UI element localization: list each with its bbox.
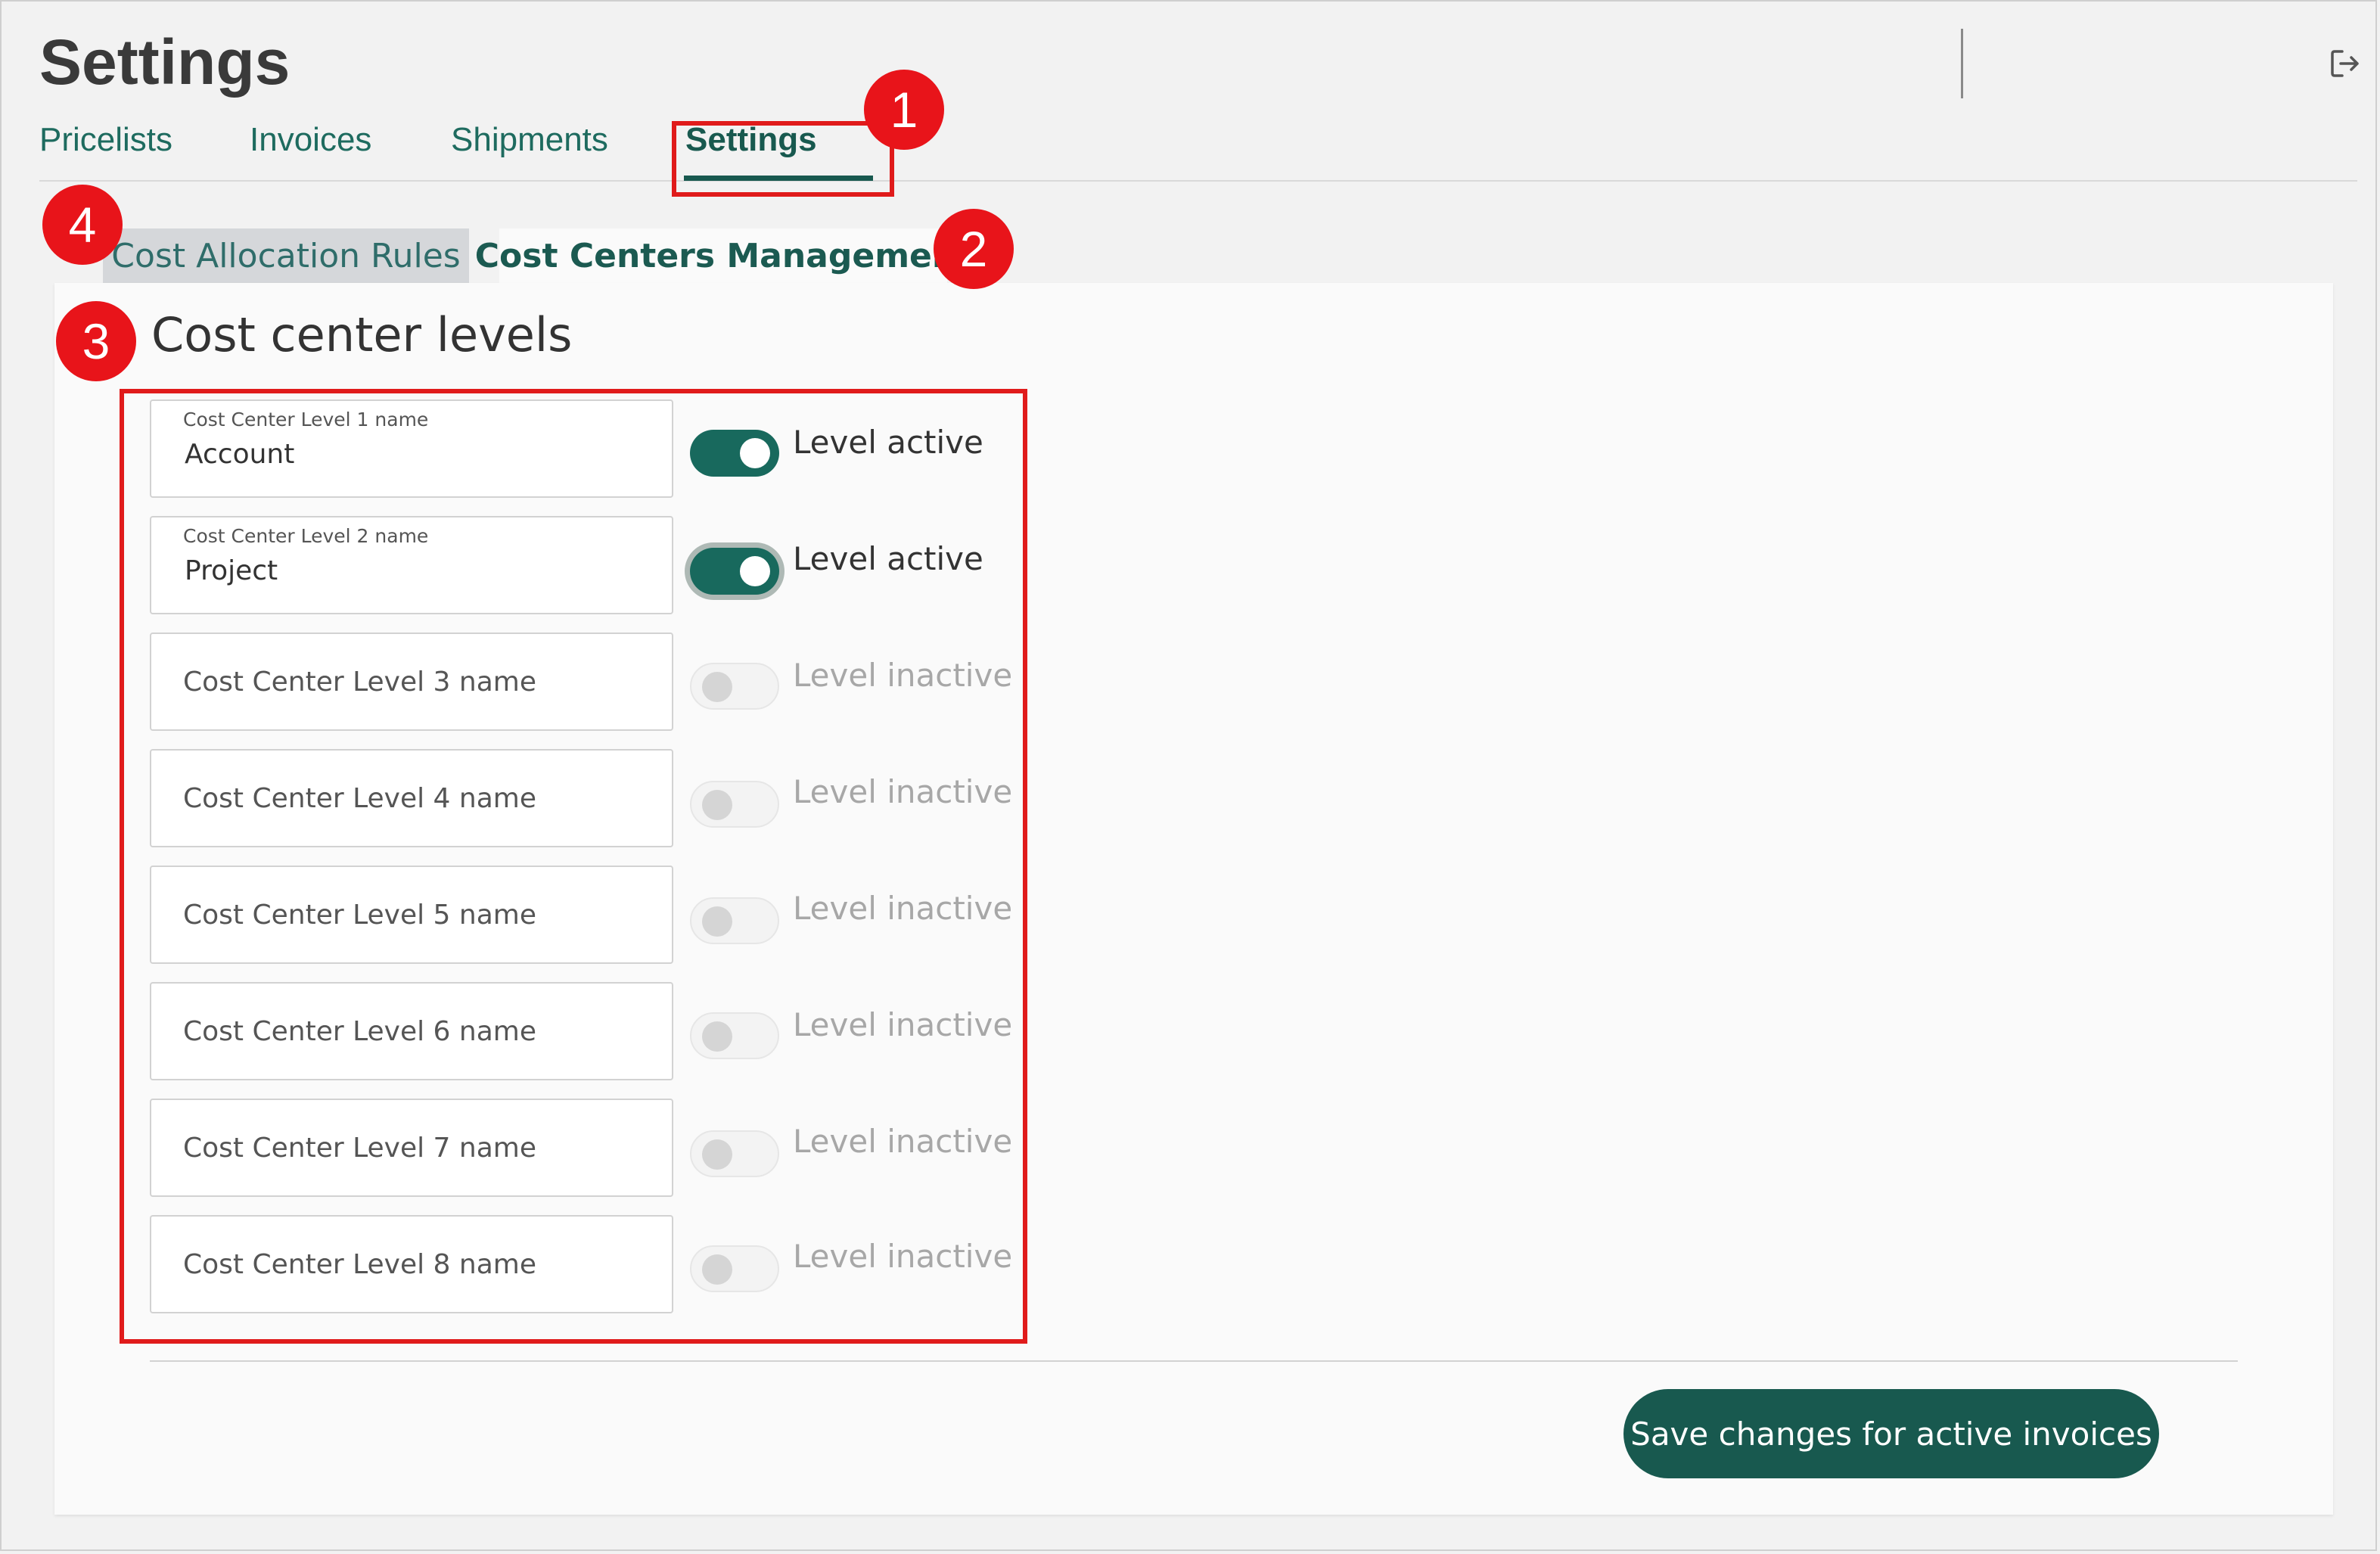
level-7-toggle[interactable]: [690, 1130, 779, 1177]
level-2-toggle[interactable]: [690, 548, 779, 595]
level-3-toggle[interactable]: [690, 663, 779, 710]
level-4-toggle[interactable]: [690, 781, 779, 828]
level-5-status-label: Level inactive: [793, 890, 1013, 927]
level-8-field-placeholder: Cost Center Level 8 name: [183, 1248, 536, 1280]
save-changes-button[interactable]: Save changes for active invoices: [1623, 1389, 2159, 1478]
level-6-field-placeholder: Cost Center Level 6 name: [183, 1015, 536, 1047]
logout-icon[interactable]: [2327, 45, 2363, 82]
nav-tab-pricelists[interactable]: Pricelists: [39, 121, 172, 159]
subtab-cost-allocation-rules[interactable]: Cost Allocation Rules: [103, 228, 469, 283]
level-3-field-placeholder: Cost Center Level 3 name: [183, 666, 536, 698]
level-8-status-label: Level inactive: [793, 1238, 1013, 1275]
level-4-status-label: Level inactive: [793, 773, 1013, 810]
level-5-field-placeholder: Cost Center Level 5 name: [183, 899, 536, 931]
footer-divider: [150, 1360, 2238, 1362]
level-8-toggle[interactable]: [690, 1245, 779, 1292]
level-1-toggle[interactable]: [690, 430, 779, 477]
nav-tab-settings[interactable]: Settings: [685, 121, 817, 159]
level-4-field-placeholder: Cost Center Level 4 name: [183, 782, 536, 814]
level-6-toggle[interactable]: [690, 1012, 779, 1059]
level-6-name-field[interactable]: Cost Center Level 6 name: [150, 982, 673, 1080]
subtab-cost-centers-management[interactable]: Cost Centers Management: [475, 228, 971, 283]
level-7-field-placeholder: Cost Center Level 7 name: [183, 1132, 536, 1164]
toggle-knob: [702, 672, 732, 702]
toggle-knob: [702, 790, 732, 820]
level-2-field-value: Project: [185, 555, 278, 586]
level-1-field-value: Account: [185, 439, 295, 470]
level-1-field-label: Cost Center Level 1 name: [183, 409, 429, 430]
toggle-knob: [702, 1139, 732, 1170]
level-5-name-field[interactable]: Cost Center Level 5 name: [150, 866, 673, 964]
header-divider: [1961, 29, 1963, 98]
level-3-name-field[interactable]: Cost Center Level 3 name: [150, 632, 673, 731]
nav-tab-shipments[interactable]: Shipments: [451, 121, 608, 159]
toggle-knob: [702, 1254, 732, 1285]
level-1-status-label: Level active: [793, 424, 983, 461]
toggle-knob: [740, 438, 770, 468]
level-4-name-field[interactable]: Cost Center Level 4 name: [150, 749, 673, 847]
level-8-name-field[interactable]: Cost Center Level 8 name: [150, 1215, 673, 1313]
nav-tab-invoices[interactable]: Invoices: [250, 121, 371, 159]
toggle-knob: [702, 906, 732, 937]
level-5-toggle[interactable]: [690, 897, 779, 944]
toggle-knob: [702, 1021, 732, 1052]
callout-1: 1: [864, 70, 944, 150]
main-nav: Pricelists Invoices Shipments Settings: [0, 121, 2380, 182]
section-title: Cost center levels: [151, 307, 573, 362]
callout-2: 2: [934, 209, 1014, 289]
callout-3: 3: [56, 301, 136, 381]
active-tab-indicator: [684, 176, 873, 181]
level-7-name-field[interactable]: Cost Center Level 7 name: [150, 1099, 673, 1197]
level-6-status-label: Level inactive: [793, 1006, 1013, 1043]
level-1-name-field[interactable]: Cost Center Level 1 name Account: [150, 399, 673, 498]
page-title: Settings: [39, 26, 291, 98]
callout-4: 4: [42, 185, 123, 265]
level-7-status-label: Level inactive: [793, 1123, 1013, 1160]
toggle-knob: [740, 556, 770, 586]
level-2-status-label: Level active: [793, 540, 983, 577]
nav-divider: [39, 180, 2357, 182]
level-3-status-label: Level inactive: [793, 657, 1013, 694]
level-2-field-label: Cost Center Level 2 name: [183, 525, 429, 547]
level-2-name-field[interactable]: Cost Center Level 2 name Project: [150, 516, 673, 614]
